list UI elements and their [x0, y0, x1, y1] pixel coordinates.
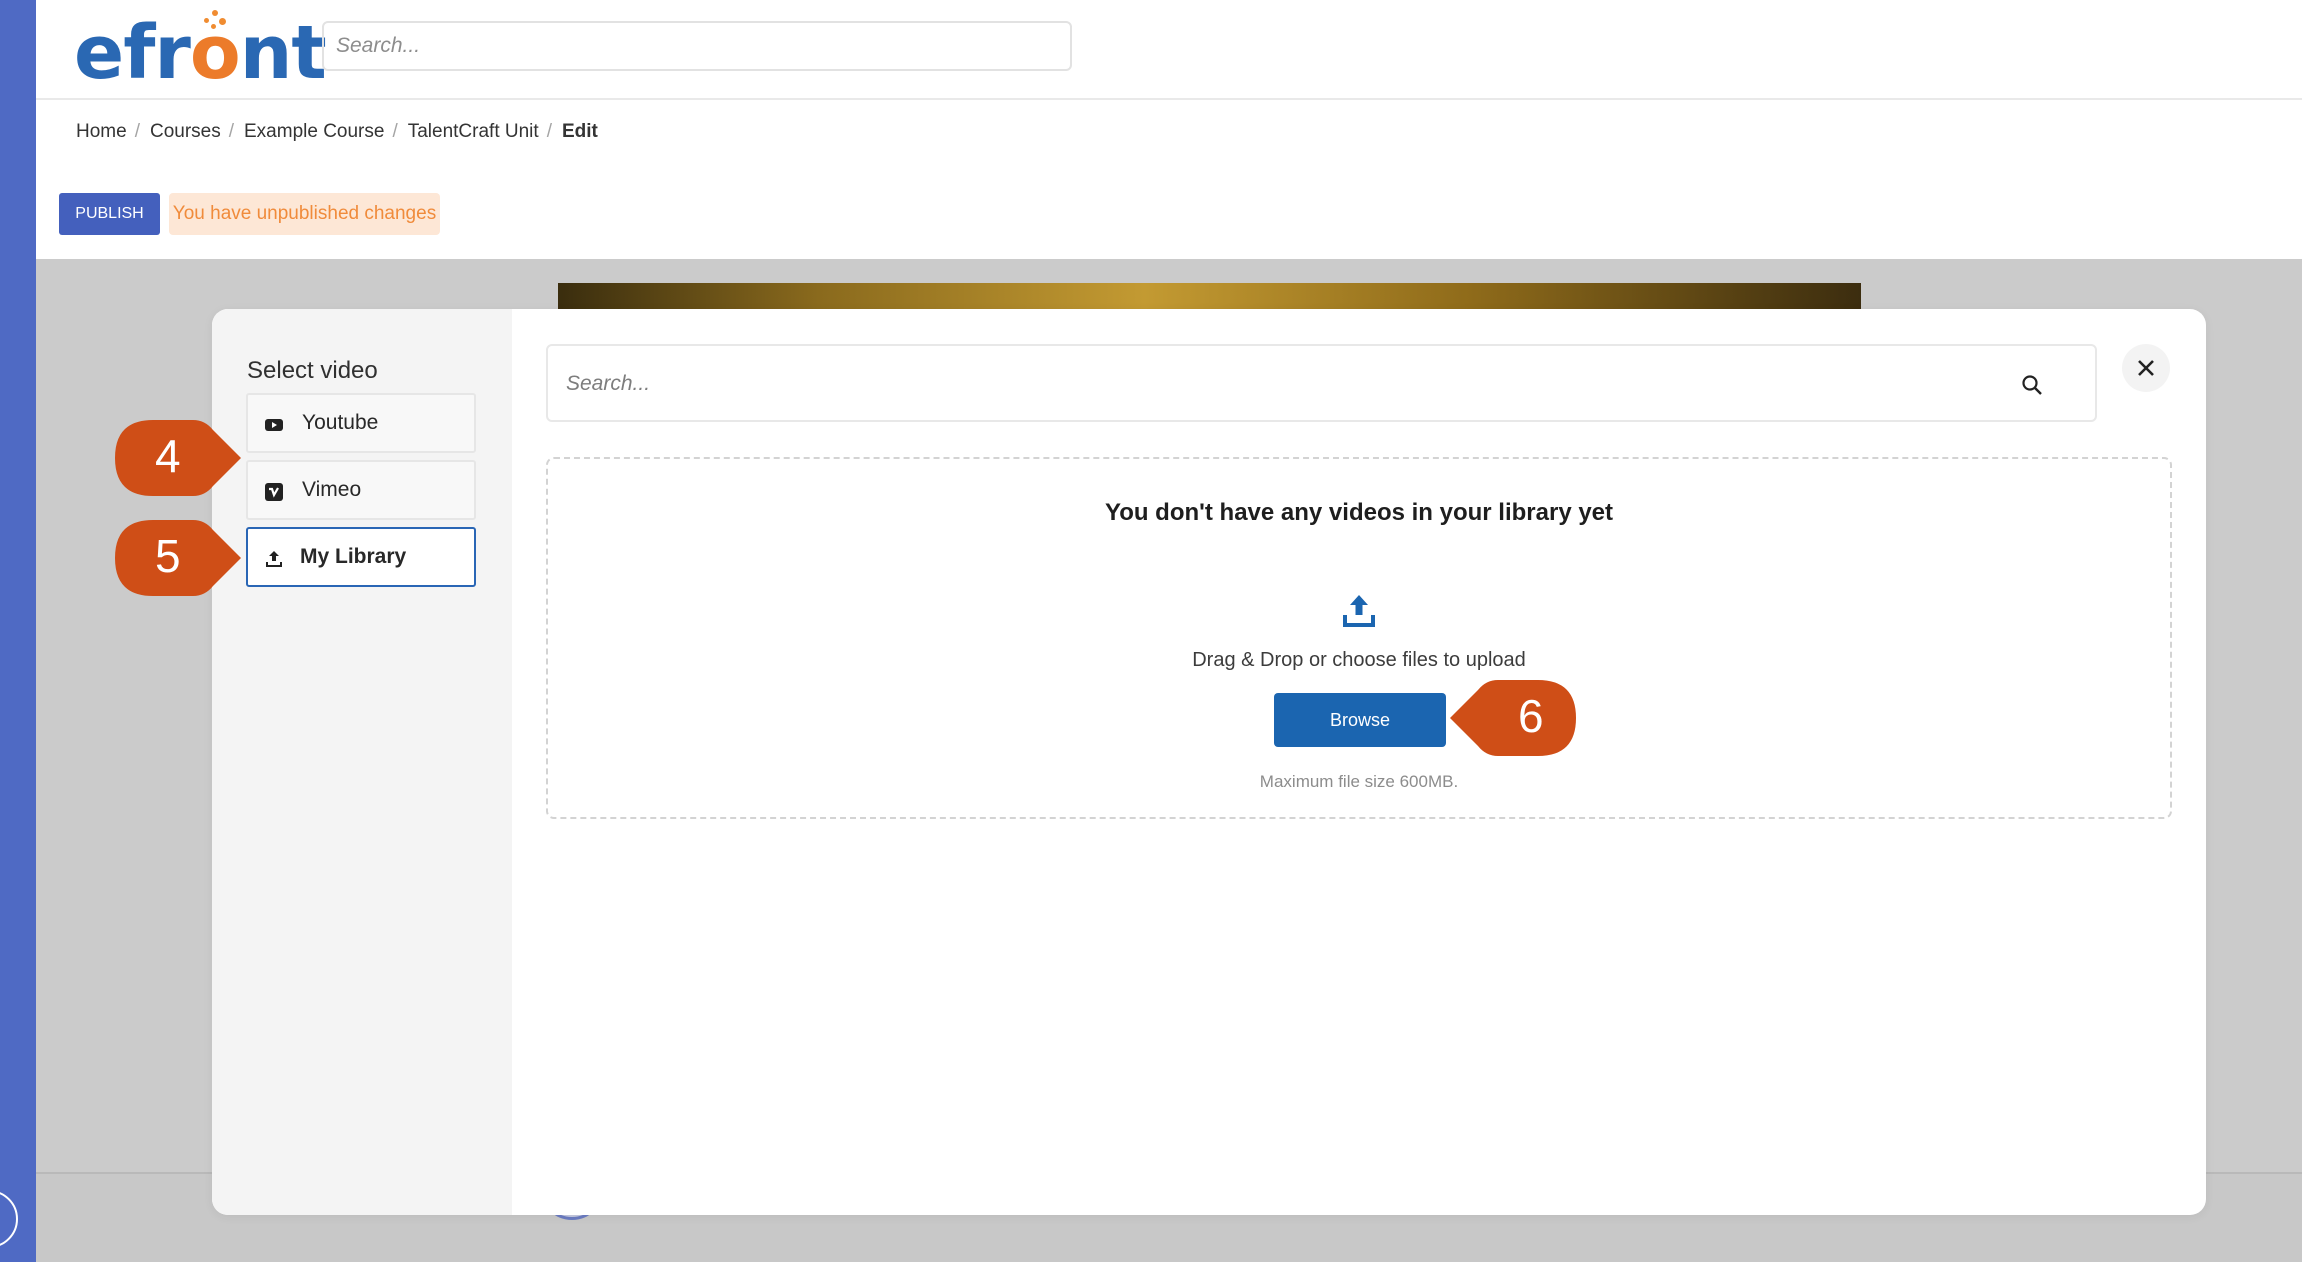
breadcrumb-separator: / [228, 121, 234, 142]
callout-5-number: 5 [155, 530, 181, 582]
video-search-input[interactable]: Search... [546, 344, 2097, 422]
vimeo-icon [265, 483, 283, 501]
breadcrumb: Home / Courses / Example Course / TalentCraft … [76, 121, 598, 143]
upload-dropzone[interactable]: You don't have any videos in your librar… [546, 457, 2172, 819]
callout-4-marker: 4 [115, 420, 241, 496]
callout-6-marker: 6 [1450, 680, 1576, 756]
source-my-library-button[interactable]: My Library [246, 527, 476, 587]
breadcrumb-home[interactable]: Home [76, 121, 127, 142]
source-youtube-label: Youtube [302, 411, 379, 434]
video-search-placeholder: Search... [566, 372, 651, 395]
video-source-sidebar: Select video Youtube Vimeo My Library [212, 309, 512, 1215]
screen: efront Search... Home / Courses / Example Co… [0, 0, 2302, 1262]
logo-spark-icon [204, 10, 226, 32]
search-icon[interactable] [2021, 374, 2043, 396]
logo-text-part2: nt [239, 10, 327, 96]
callout-6-number: 6 [1518, 690, 1544, 742]
source-vimeo-button[interactable]: Vimeo [246, 460, 476, 520]
youtube-icon [265, 419, 283, 431]
global-search-input[interactable]: Search... [322, 21, 1072, 71]
source-youtube-button[interactable]: Youtube [246, 393, 476, 453]
select-video-modal: Select video Youtube Vimeo My Library Se… [212, 309, 2206, 1215]
drag-drop-text: Drag & Drop or choose files to upload [1192, 649, 1526, 671]
upload-cloud-icon [1343, 595, 1375, 627]
left-edge-strip [0, 0, 36, 1262]
source-my-library-label: My Library [300, 545, 407, 568]
breadcrumb-current: Edit [561, 121, 598, 142]
top-bar: efront Search... [36, 0, 2302, 100]
breadcrumb-separator: / [392, 121, 398, 142]
close-icon [2138, 360, 2154, 376]
empty-library-title: You don't have any videos in your librar… [1104, 499, 1614, 526]
breadcrumb-courses[interactable]: Courses [150, 121, 221, 142]
logo-text-part1: efr [74, 10, 191, 96]
select-video-title: Select video [247, 357, 378, 384]
callout-4-number: 4 [155, 430, 181, 482]
upload-icon [266, 551, 282, 567]
source-vimeo-label: Vimeo [302, 478, 362, 501]
publish-button[interactable]: PUBLISH [59, 193, 160, 235]
browse-button[interactable]: Browse [1274, 693, 1446, 747]
efront-logo[interactable]: efront [74, 10, 327, 96]
unpublished-changes-badge: You have unpublished changes [169, 193, 440, 235]
close-modal-button[interactable] [2122, 344, 2170, 392]
breadcrumb-separator: / [134, 121, 140, 142]
callout-5-marker: 5 [115, 520, 241, 596]
breadcrumb-example-course[interactable]: Example Course [244, 121, 384, 142]
max-file-size-text: Maximum file size 600MB. [1259, 772, 1459, 791]
breadcrumb-unit[interactable]: TalentCraft Unit [408, 121, 539, 142]
breadcrumb-separator: / [546, 121, 552, 142]
